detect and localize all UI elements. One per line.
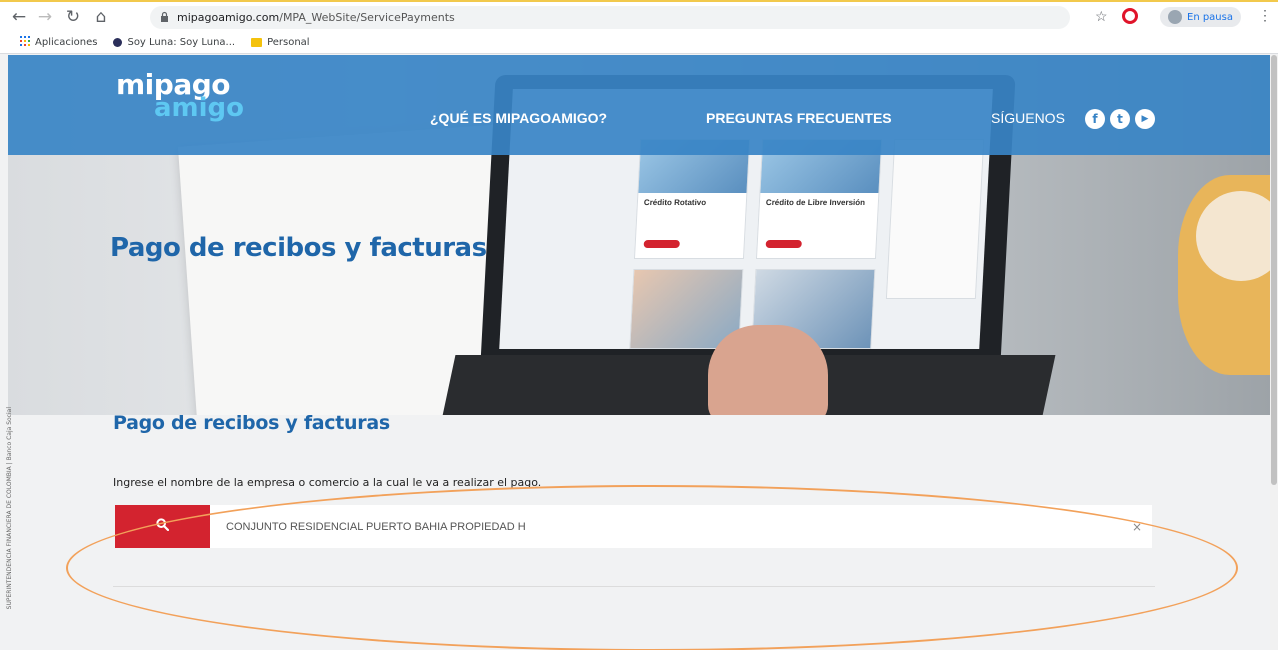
nav-faq[interactable]: PREGUNTAS FRECUENTES [706, 110, 892, 126]
forward-icon[interactable]: → [34, 6, 56, 28]
website: Crédito Rotativo Crédito de Libre Invers… [8, 55, 1270, 650]
address-bar[interactable]: mipagoamigo.com/MPA_WebSite/ServicePayme… [150, 6, 1070, 29]
star-icon[interactable]: ☆ [1095, 8, 1108, 25]
bookmark-personal[interactable]: Personal [251, 37, 310, 48]
opera-icon[interactable] [1122, 8, 1138, 24]
search-icon [156, 517, 170, 536]
regulator-side-label: SUPERINTENDENCIA FINANCIERA DE COLOMBIA … [6, 407, 13, 610]
hand-illustration [708, 325, 828, 415]
home-icon[interactable]: ⌂ [90, 6, 112, 28]
nav-about[interactable]: ¿QUÉ ES MIPAGOAMIGO? [430, 110, 607, 126]
bookmark-soy-luna[interactable]: Soy Luna: Soy Luna... [113, 37, 235, 48]
folder-icon [251, 38, 263, 47]
twitter-icon[interactable]: t [1110, 109, 1130, 129]
reload-icon[interactable]: ↻ [62, 6, 84, 28]
avatar [1168, 10, 1182, 24]
bookmarks-bar: Aplicaciones Soy Luna: Soy Luna... Perso… [0, 32, 1278, 54]
search-input[interactable] [210, 505, 1122, 548]
site-navbar: mipago amigo ¿QUÉ ES MIPAGOAMIGO? PREGUN… [8, 55, 1270, 155]
url-text: mipagoamigo.com/MPA_WebSite/ServicePayme… [177, 11, 455, 24]
browser-window: ← → ↻ ⌂ mipagoamigo.com/MPA_WebSite/Serv… [0, 0, 1278, 650]
company-search: × [115, 505, 1152, 548]
hero-title: Pago de recibos y facturas [110, 233, 487, 263]
search-instruction: Ingrese el nombre de la empresa o comerc… [113, 476, 542, 489]
profile-button[interactable]: En pausa [1160, 7, 1241, 27]
search-button[interactable] [115, 505, 210, 548]
clear-icon[interactable]: × [1122, 520, 1152, 534]
nav-follow: SÍGUENOS [991, 110, 1065, 126]
back-icon[interactable]: ← [8, 6, 30, 28]
hero-banner: Crédito Rotativo Crédito de Libre Invers… [8, 55, 1270, 415]
scrollbar[interactable] [1270, 55, 1278, 650]
apps-grid-icon [20, 36, 30, 49]
youtube-icon[interactable]: ▶ [1135, 109, 1155, 129]
bookmark-apps[interactable]: Aplicaciones [20, 36, 97, 49]
browser-toolbar: ← → ↻ ⌂ mipagoamigo.com/MPA_WebSite/Serv… [0, 2, 1278, 32]
menu-icon[interactable]: ⋮ [1258, 7, 1272, 24]
site-logo[interactable]: mipago amigo [116, 71, 244, 122]
page-title: Pago de recibos y facturas [113, 412, 390, 434]
divider [113, 586, 1155, 587]
site-favicon [113, 38, 123, 47]
lock-icon [160, 9, 169, 27]
coffee-cup-illustration [1178, 175, 1270, 375]
facebook-icon[interactable]: f [1085, 109, 1105, 129]
